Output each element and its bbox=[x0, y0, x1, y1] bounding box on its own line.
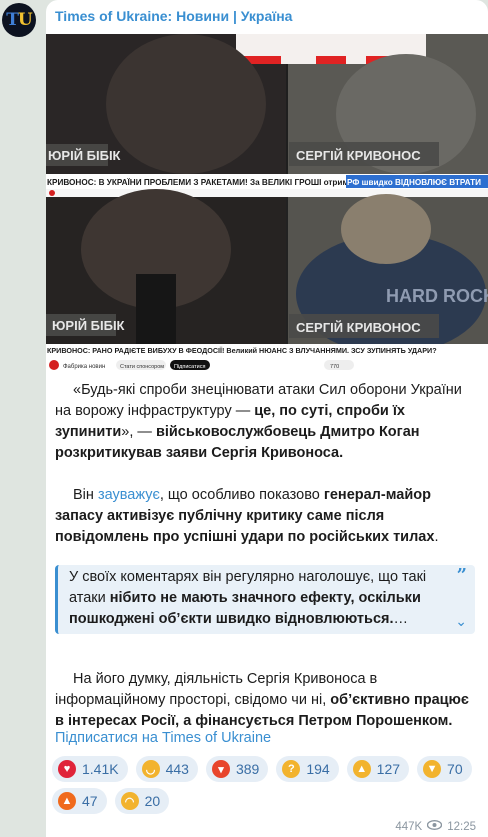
message-meta: 447K 12:25 bbox=[395, 819, 476, 833]
thinking-icon: ? bbox=[282, 760, 301, 778]
top-ticker: КРИВОНОС: В УКРАЇНИ ПРОБЛЕМИ З РАКЕТАМИ!… bbox=[47, 177, 392, 187]
yt-subscribe: Підписатися bbox=[174, 364, 205, 370]
quote-bold-b: нібито не мають значного ефекту, оскільк… bbox=[69, 590, 421, 627]
top-right-name: СЕРГІЙ КРИВОНОС bbox=[296, 148, 421, 163]
channel-avatar[interactable]: TU bbox=[2, 3, 36, 37]
fire-icon: ▲ bbox=[58, 792, 76, 810]
message-time: 12:25 bbox=[447, 820, 476, 833]
bottom-left-name: ЮРІЙ БІБІК bbox=[52, 318, 125, 333]
yt-likes: 770 bbox=[330, 364, 339, 370]
shirt-print: HARD ROCK bbox=[386, 286, 488, 306]
bottom-right-name: СЕРГІЙ КРИВОНОС bbox=[296, 320, 421, 335]
reaction-count: 389 bbox=[235, 761, 260, 777]
quote-ellipsis: … bbox=[393, 611, 409, 627]
message-text: «Будь-які спроби знецінювати атаки Сил о… bbox=[55, 380, 475, 753]
p1-text-c: », — bbox=[121, 424, 156, 440]
reaction-angry[interactable]: ▾ 389 bbox=[205, 756, 269, 782]
reaction-count: 194 bbox=[306, 761, 330, 777]
reaction-grin[interactable]: ◡ 443 bbox=[135, 756, 198, 782]
yt-channel: Фабрика новин bbox=[63, 364, 105, 370]
reaction-thumbs-up[interactable]: ▲ 127 bbox=[346, 756, 410, 782]
angry-icon: ▾ bbox=[211, 760, 230, 778]
subscribe-link[interactable]: Підписатися на Times of Ukraine bbox=[55, 730, 271, 746]
message-bubble: Times of Ukraine: Новини | Україна ЮРІЙ … bbox=[46, 0, 488, 837]
reaction-count: 20 bbox=[144, 793, 161, 809]
paragraph-1: «Будь-які спроби знецінювати атаки Сил о… bbox=[55, 380, 475, 464]
thumbs-down-icon: ▼ bbox=[423, 760, 442, 778]
video-frame: ЮРІЙ БІБІК СЕРГІЙ КРИВОНОС КРИВОНОС: В У… bbox=[46, 34, 488, 373]
p2-text-d: . bbox=[434, 529, 439, 545]
video-preview[interactable]: ЮРІЙ БІБІК СЕРГІЙ КРИВОНОС КРИВОНОС: В У… bbox=[46, 34, 488, 373]
p2-text-b: , що особливо показово bbox=[159, 487, 324, 503]
p2-link[interactable]: зауважує bbox=[98, 487, 160, 503]
views-count: 447K bbox=[395, 820, 423, 833]
paragraph-2: Він зауважує, що особливо показово генер… bbox=[55, 485, 475, 548]
top-left-name: ЮРІЙ БІБІК bbox=[48, 148, 121, 163]
paragraph-3: На його думку, діяльність Сергія Кривоно… bbox=[55, 669, 475, 732]
yt-sponsor: Стати спонсором bbox=[120, 364, 164, 370]
p2-text-a: Він bbox=[73, 487, 98, 503]
reaction-thinking[interactable]: ? 194 bbox=[276, 756, 339, 782]
crying-icon: ◠ bbox=[120, 792, 139, 810]
avatar-letter-u: U bbox=[17, 10, 33, 30]
blockquote[interactable]: У своїх коментарях він регулярно наголош… bbox=[55, 565, 475, 634]
avatar-letter-t: T bbox=[6, 10, 19, 30]
reaction-count: 47 bbox=[82, 793, 98, 809]
reaction-count: 127 bbox=[376, 761, 401, 777]
reaction-thumbs-down[interactable]: ▼ 70 bbox=[417, 756, 472, 782]
grin-icon: ◡ bbox=[141, 760, 160, 778]
reaction-count: 1.41K bbox=[82, 761, 119, 777]
channel-name[interactable]: Times of Ukraine: Новини | Україна bbox=[55, 8, 292, 24]
p3-text-a: На його думку, діяльність Сергія Кривоно… bbox=[55, 671, 378, 708]
reaction-count: 70 bbox=[447, 761, 463, 777]
reaction-fire[interactable]: ▲ 47 bbox=[52, 788, 107, 814]
top-ticker-highlight: РФ швидко ВІДНОВЛЮЄ ВТРАТИ bbox=[347, 178, 481, 187]
reaction-heart[interactable]: ♥ 1.41K bbox=[52, 756, 128, 782]
thumbs-up-icon: ▲ bbox=[352, 760, 371, 778]
quote-mark-icon: ” bbox=[456, 565, 467, 586]
reaction-count: 443 bbox=[165, 761, 189, 777]
bottom-ticker: КРИВОНОС: РАНО РАДІЄТЕ ВИБУХУ В ФЕОДОСІЇ… bbox=[47, 346, 437, 355]
eye-icon bbox=[427, 819, 443, 833]
chevron-down-icon[interactable]: ⌄ bbox=[455, 611, 467, 632]
reaction-crying[interactable]: ◠ 20 bbox=[114, 788, 170, 814]
reactions-bar: ♥ 1.41K ◡ 443 ▾ 389 ? 194 ▲ 127 ▼ 70 ▲ 47 ◠ 20 bbox=[52, 756, 482, 814]
heart-icon: ♥ bbox=[58, 760, 76, 778]
